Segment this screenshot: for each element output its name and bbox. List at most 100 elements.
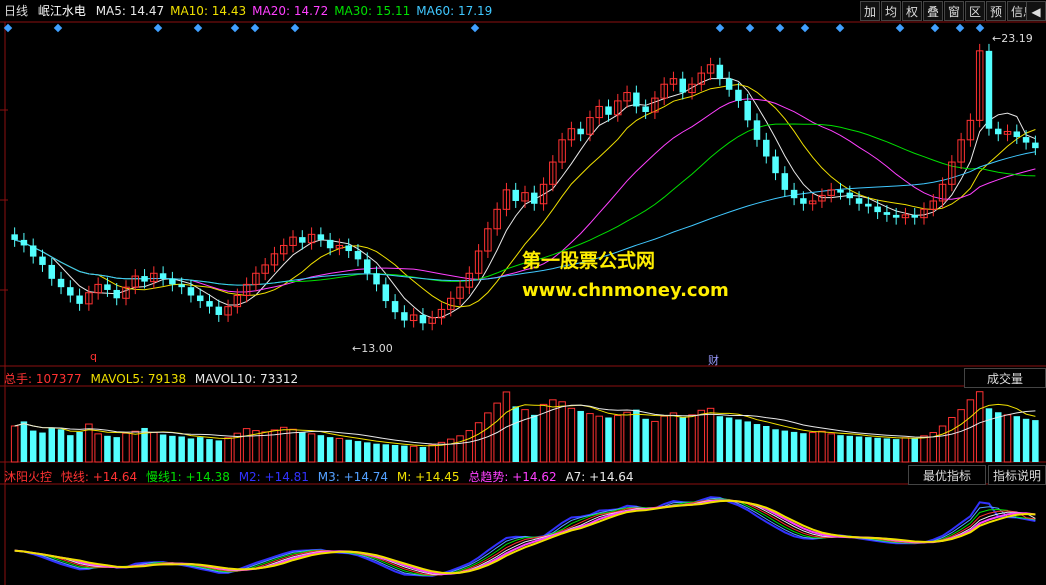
marker-cai: 财 (708, 354, 719, 367)
volume-bar (586, 413, 594, 463)
candle-body (577, 128, 584, 135)
volume-bar (39, 432, 46, 462)
volume-bar (781, 430, 789, 462)
candle-body (345, 245, 352, 252)
marker-q: q (90, 350, 97, 363)
volume-bar (465, 430, 474, 463)
volume-bar (299, 432, 306, 462)
volume-bar (1022, 418, 1030, 462)
volume-bar (178, 436, 185, 462)
signal-marker-icon (745, 23, 755, 33)
volume-bar (20, 421, 28, 462)
indicator-name[interactable]: 沐阳火控 (4, 470, 52, 484)
volume-bar (289, 428, 297, 463)
candle-body (911, 214, 918, 218)
indicator-header: 沐阳火控 快线: +14.64 慢线1: +14.38 M2: +14.81 M… (4, 468, 639, 485)
candle-body (855, 198, 863, 204)
candle-body (865, 203, 872, 207)
signal-marker-icon (53, 23, 63, 33)
volume-bar (456, 435, 464, 463)
volume-bar (818, 430, 826, 463)
volume-bar (735, 419, 742, 462)
candle-body (1022, 137, 1030, 143)
candle-body (837, 189, 844, 193)
a7-line: A7: +14.64 (565, 470, 634, 484)
volume-bar (76, 431, 83, 462)
volume-bar (104, 435, 111, 462)
volume-bar (512, 406, 519, 462)
volume-bar (1013, 416, 1021, 462)
signal-marker-icon (835, 23, 845, 33)
volume-bar (242, 428, 251, 463)
candle-body (753, 120, 761, 140)
candle-body (883, 212, 891, 215)
candle-body (772, 156, 779, 174)
candle-body (48, 264, 56, 279)
candle-body (76, 295, 83, 304)
candle-body (187, 287, 195, 296)
high-price-label: ←23.19 (992, 32, 1033, 45)
volume-bar (10, 425, 19, 463)
m-line: M: +14.45 (396, 470, 460, 484)
volume-bar (196, 437, 204, 462)
candle-body (29, 245, 37, 257)
volume-bar (642, 418, 649, 462)
volume-bar (855, 436, 863, 462)
volume-total: 总手: 107377 (4, 372, 82, 386)
volume-bar (753, 424, 761, 462)
volume-bar (892, 439, 900, 462)
volume-bar (660, 415, 668, 463)
candle-body (178, 284, 185, 288)
volume-bar (706, 407, 715, 463)
volume-bar (669, 412, 678, 463)
candle-body (985, 50, 993, 129)
candle-body (1032, 142, 1039, 149)
candle-body (39, 256, 46, 265)
indicator-help-button[interactable]: 指标说明 (988, 465, 1046, 485)
volume-button[interactable]: 成交量 (964, 368, 1046, 388)
volume-bar (224, 437, 232, 463)
candle-body (57, 278, 65, 288)
candle-body (874, 206, 881, 213)
signal-marker-icon (800, 23, 810, 33)
volume-bar (57, 429, 65, 462)
volume-bar (725, 417, 733, 462)
volume-bar (901, 437, 910, 463)
signal-marker-icon (193, 23, 203, 33)
volume-bar (131, 430, 140, 463)
volume-bar (614, 415, 622, 463)
volume-bar (966, 399, 975, 463)
trend-line: 总趋势: +14.62 (468, 470, 557, 484)
volume-bar (335, 437, 344, 463)
candle-body (373, 273, 380, 285)
volume-bar (364, 442, 371, 462)
volume-bar (382, 444, 390, 462)
signal-marker-icon (775, 23, 785, 33)
volume-bar (697, 409, 706, 463)
volume-bar (911, 438, 918, 462)
candle-body (159, 273, 167, 279)
candle-body (206, 301, 213, 307)
volume-bar (326, 437, 334, 462)
volume-bar (307, 433, 316, 463)
volume-bar (558, 401, 566, 463)
signal-marker-icon (955, 23, 965, 33)
volume-bar (577, 410, 584, 462)
volume-bar (409, 445, 418, 463)
candle-body (790, 189, 798, 199)
volume-bar (827, 433, 835, 463)
candle-body (20, 239, 28, 246)
watermark-cn: 第一股票公式网 (522, 250, 656, 272)
volume-bar (772, 429, 779, 462)
volume-bar (261, 431, 269, 463)
candle-body (141, 276, 148, 282)
volume-header: 总手: 107377 MAVOL5: 79138 MAVOL10: 73312 (4, 370, 303, 387)
signal-marker-icon (975, 23, 985, 33)
candle-body (11, 234, 18, 240)
candle-body (781, 173, 789, 190)
candle-body (104, 284, 111, 290)
optimal-indicator-button[interactable]: 最优指标 (908, 465, 986, 485)
volume-bar (800, 433, 807, 462)
candle-body (735, 89, 742, 101)
candle-body (401, 312, 408, 321)
